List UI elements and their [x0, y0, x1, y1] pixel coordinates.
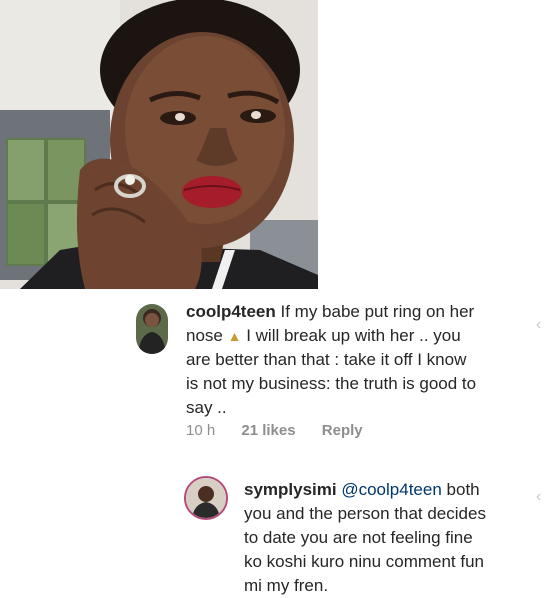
comment-coolp4teen: coolp4teen If my babe put ring on her no…	[0, 300, 546, 450]
praying-hands-icon: ▲	[227, 328, 242, 344]
comment-meta: 10 h 21 likes Reply	[186, 422, 385, 439]
comment-line-6: say ..	[186, 398, 227, 417]
likes-count[interactable]: 21 likes	[241, 422, 295, 439]
reply-button[interactable]: Reply	[322, 422, 363, 439]
comment-text: coolp4teen If my babe put ring on her no…	[186, 300, 526, 420]
comment-line-2: nose	[186, 326, 223, 345]
comment-line-1: both	[446, 480, 480, 499]
avatar[interactable]	[136, 304, 168, 354]
heart-icon[interactable]: ‹	[536, 316, 541, 334]
heart-icon[interactable]: ‹	[536, 488, 541, 506]
comment-line-2: you and the person that decides	[244, 504, 486, 523]
comment-symplysimi: symplysimi @coolp4teen both you and the …	[0, 470, 546, 595]
comment-line-1: If my babe put ring on her	[280, 302, 475, 321]
comment-line-4: are better than that : take it off I kno…	[186, 350, 467, 369]
comment-line-5: mi my fren.	[244, 576, 329, 595]
post-photo	[0, 0, 318, 289]
comment-username[interactable]: coolp4teen	[186, 302, 276, 321]
comment-line-5: is not my business: the truth is good to	[186, 374, 477, 393]
mention-link[interactable]: @coolp4teen	[341, 480, 441, 499]
comment-text: symplysimi @coolp4teen both you and the …	[244, 478, 534, 598]
comment-time: 10 h	[186, 422, 216, 439]
comment-line-4: ko koshi kuro ninu comment fun	[244, 552, 485, 571]
avatar[interactable]	[184, 476, 228, 520]
comment-line-3: I will break up with her .. you	[246, 326, 461, 345]
comment-line-3: to date you are not feeling fine	[244, 528, 473, 547]
comment-username[interactable]: symplysimi	[244, 480, 337, 499]
